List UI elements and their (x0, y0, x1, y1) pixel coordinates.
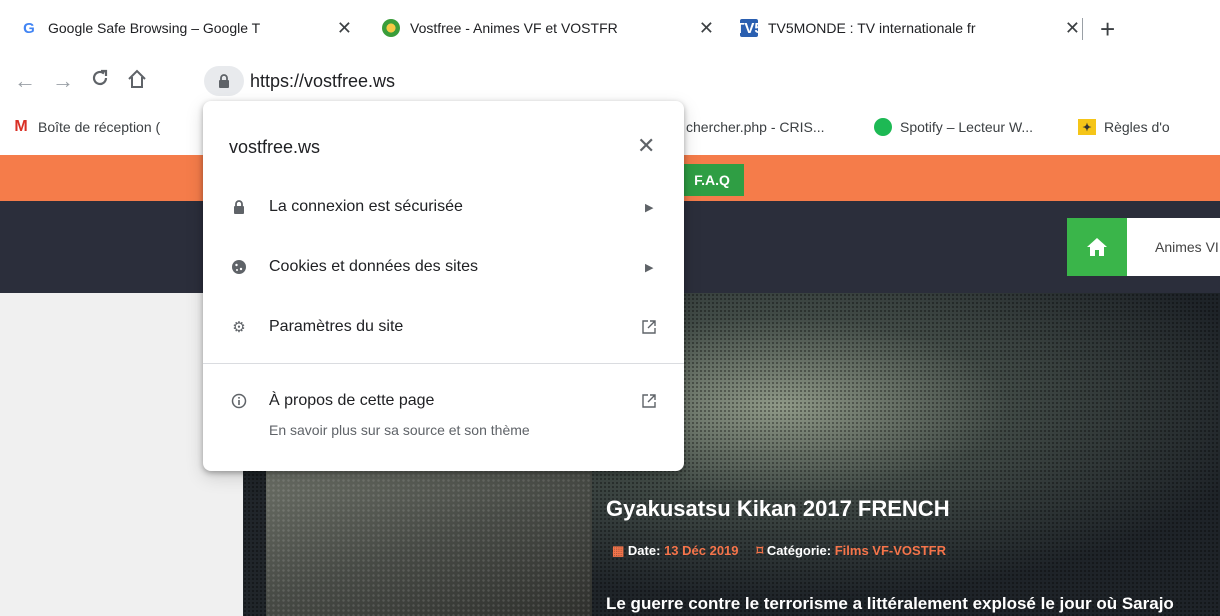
address-bar[interactable]: https://vostfree.ws (250, 71, 395, 92)
bookmark-regles[interactable]: ✦ Règles d'o (1078, 119, 1170, 135)
site-settings-item[interactable]: ⚙ Paramètres du site (203, 309, 684, 345)
spotify-icon (874, 118, 892, 136)
bookmark-spotify[interactable]: Spotify – Lecteur W... (874, 118, 1034, 136)
bookmark-label: Boîte de réception ( (38, 119, 161, 135)
bookmark-label: Spotify – Lecteur W... (900, 119, 1034, 135)
cookies-label: Cookies et données des sites (269, 258, 479, 275)
menu-item-animes[interactable]: Animes VI (1127, 218, 1220, 276)
home-icon[interactable] (126, 68, 148, 96)
category-label: Catégorie: (766, 543, 832, 558)
poster-image[interactable] (266, 468, 592, 616)
new-tab-button[interactable]: + (1100, 14, 1115, 45)
cookies-item[interactable]: Cookies et données des sites ▶ (203, 249, 684, 285)
category-value[interactable]: Films VF-VOSTFR (835, 543, 946, 558)
site-info-popup: vostfree.ws ✕ La connexion est sécurisée… (203, 101, 684, 471)
about-page-label: À propos de cette page (269, 392, 435, 409)
site-home-button[interactable] (1067, 218, 1127, 276)
bookmark-icon: ✦ (1078, 119, 1096, 135)
calendar-icon: ▦ (612, 543, 625, 558)
arrow-right-icon: ▶ (645, 261, 654, 274)
popup-divider (203, 363, 684, 364)
tab-title: Google Safe Browsing – Google T (48, 20, 261, 36)
bookmark-icon: ⌑ (756, 543, 764, 558)
hero-meta: ▦ Date: 13 Déc 2019 ⌑ Catégorie: Films V… (612, 543, 946, 559)
about-page-sublabel: En savoir plus sur sa source et son thèm… (269, 422, 530, 438)
date-label: Date: (627, 543, 661, 558)
date-meta: ▦ Date: 13 Déc 2019 (612, 543, 739, 559)
hero-title[interactable]: Gyakusatsu Kikan 2017 FRENCH (606, 496, 950, 522)
close-icon[interactable]: ✕ (637, 133, 655, 159)
site-info-button[interactable] (204, 66, 244, 96)
close-icon[interactable]: ✕ (699, 18, 714, 39)
gmail-icon: M (14, 118, 28, 135)
close-icon[interactable]: ✕ (1065, 18, 1080, 39)
info-icon (231, 393, 247, 409)
hero-description: Le guerre contre le terrorisme a littéra… (606, 594, 1174, 613)
about-page-item[interactable]: À propos de cette page (203, 383, 684, 419)
forward-icon[interactable]: → (52, 68, 74, 94)
tab-tv5monde[interactable]: TV5 TV5MONDE : TV internationale fr ✕ (730, 10, 1090, 46)
tab-separator (1082, 18, 1083, 40)
site-settings-label: Paramètres du site (269, 318, 404, 335)
vostfree-icon (382, 19, 400, 37)
bookmark-gmail[interactable]: M Boîte de réception ( (12, 118, 161, 135)
home-icon (1087, 238, 1107, 256)
external-link-icon (642, 320, 656, 334)
external-link-icon (642, 394, 656, 408)
tab-title: Vostfree - Animes VF et VOSTFR (410, 20, 618, 36)
tab-google-safe-browsing[interactable]: G Google Safe Browsing – Google T ✕ (10, 10, 362, 46)
faq-button[interactable]: F.A.Q (680, 164, 744, 196)
lock-icon (231, 199, 247, 215)
tv5monde-icon: TV5 (735, 19, 763, 37)
bookmark-chercher[interactable]: chercher.php - CRIS... (686, 119, 825, 135)
tab-vostfree[interactable]: Vostfree - Animes VF et VOSTFR ✕ (372, 10, 724, 46)
tab-strip: G Google Safe Browsing – Google T ✕ Vost… (0, 0, 1220, 55)
lock-icon (219, 74, 229, 88)
back-icon[interactable]: ← (14, 68, 36, 94)
cookie-icon (231, 259, 247, 275)
tab-title: TV5MONDE : TV internationale fr (768, 20, 976, 36)
date-value: 13 Déc 2019 (664, 543, 739, 558)
arrow-right-icon: ▶ (645, 201, 654, 214)
connection-secure-label: La connexion est sécurisée (269, 198, 463, 215)
gear-icon: ⚙ (232, 319, 246, 336)
category-meta: ⌑ Catégorie: Films VF-VOSTFR (757, 543, 946, 559)
google-g-icon: G (23, 19, 35, 37)
toolbar: ← → https://vostfree.ws (0, 55, 1220, 107)
bookmark-label: chercher.php - CRIS... (686, 119, 825, 135)
bookmark-label: Règles d'o (1104, 119, 1170, 135)
connection-secure-item[interactable]: La connexion est sécurisée ▶ (203, 189, 684, 225)
reload-icon[interactable] (90, 68, 110, 94)
close-icon[interactable]: ✕ (337, 18, 352, 39)
popup-domain: vostfree.ws (229, 137, 321, 157)
